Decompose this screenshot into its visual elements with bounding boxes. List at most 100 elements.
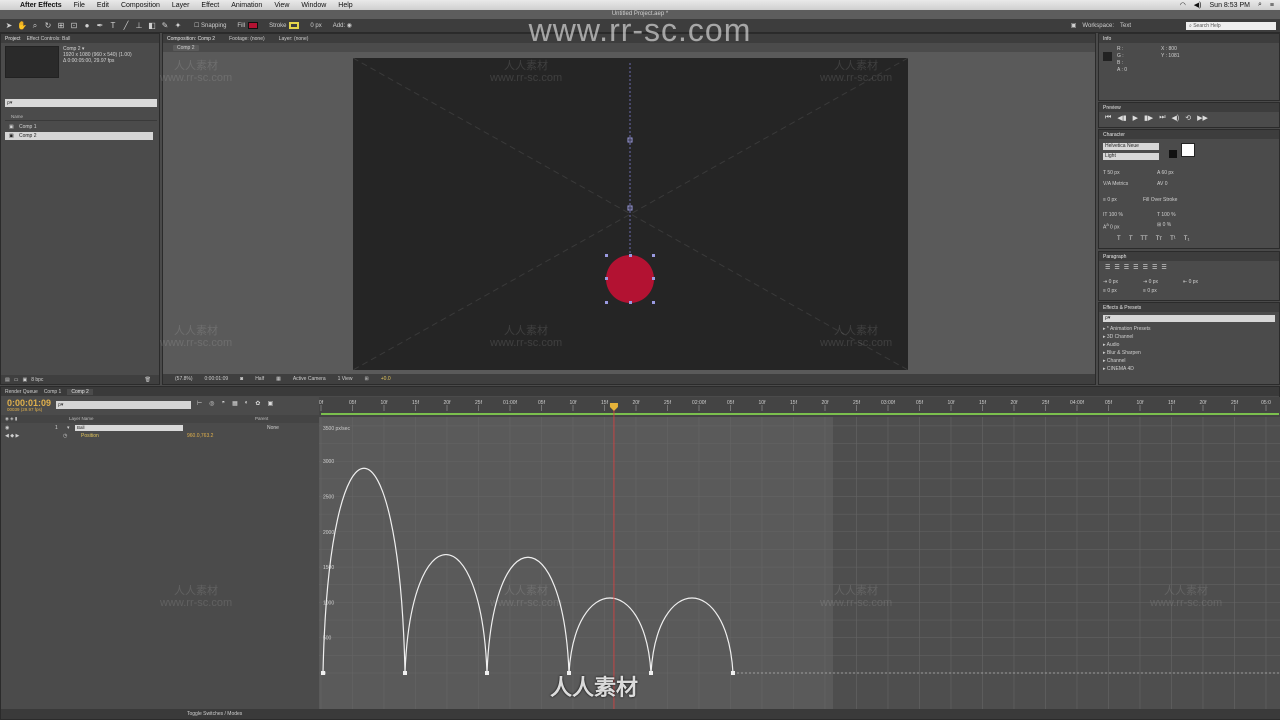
frame-blending-icon[interactable]: ▦ [232, 400, 238, 407]
graph-editor[interactable]: 0f 05f 10f 15f 20f 25f 01:00f 05f 10f 15f 20f 25f 02… [319, 397, 1280, 711]
indent-first-field[interactable]: ⇥ 0 px [1143, 279, 1158, 285]
effect-category[interactable]: ▸ Channel [1103, 358, 1126, 364]
bounding-handle[interactable] [605, 277, 608, 280]
tab-comp2[interactable]: Comp 2 [67, 388, 93, 395]
justify-right-icon[interactable]: ☰ [1152, 264, 1157, 271]
position-value[interactable]: 960.0,763.2 [187, 432, 213, 440]
menu-window[interactable]: Window [295, 2, 332, 9]
loop-icon[interactable]: ⟲ [1185, 114, 1191, 122]
stroke-width-field[interactable]: ≡ 0 px [1103, 197, 1117, 203]
tab-effects-presets[interactable]: Effects & Presets [1103, 305, 1141, 311]
bounding-handle[interactable] [652, 301, 655, 304]
font-family-dropdown[interactable]: Helvetica Neue [1103, 143, 1159, 150]
menu-composition[interactable]: Composition [115, 2, 166, 9]
toggle-switches-modes[interactable]: Toggle Switches / Modes [187, 709, 242, 719]
comp-mini-flowchart-icon[interactable]: ⊢ [197, 400, 202, 407]
subscript-icon[interactable]: T₁ [1184, 236, 1190, 242]
align-left-icon[interactable]: ☰ [1105, 264, 1110, 271]
space-after-field[interactable]: ≡ 0 px [1143, 288, 1157, 294]
bounding-handle[interactable] [605, 301, 608, 304]
current-time[interactable]: 0:00:01:09 [205, 376, 229, 382]
leading-field[interactable]: A 60 px [1157, 170, 1174, 176]
horizontal-scale-field[interactable]: T 100 % [1157, 212, 1176, 218]
shy-icon[interactable]: ◓ [221, 400, 225, 407]
tab-preview[interactable]: Preview [1103, 105, 1121, 111]
parent-dropdown[interactable]: None [267, 424, 279, 432]
all-caps-icon[interactable]: TT [1140, 236, 1147, 242]
small-caps-icon[interactable]: Tт [1156, 236, 1162, 242]
tab-render-queue[interactable]: Render Queue [5, 389, 38, 395]
indent-left-field[interactable]: ⇥ 0 px [1103, 279, 1118, 285]
next-frame-icon[interactable]: ▮▶ [1144, 114, 1153, 122]
comp-viewer[interactable] [353, 58, 908, 370]
bounding-handle[interactable] [652, 254, 655, 257]
faux-italic-icon[interactable]: T [1129, 236, 1133, 242]
bounding-handle[interactable] [605, 254, 608, 257]
brainstorm-icon[interactable]: ✿ [255, 400, 260, 407]
ram-preview-icon[interactable]: ▶▶ [1197, 114, 1208, 122]
menu-animation[interactable]: Animation [225, 2, 268, 9]
layer-name-field[interactable]: Ball [75, 425, 183, 431]
effect-category[interactable]: ▸ Blur & Sharpen [1103, 350, 1141, 356]
timeline-search-input[interactable]: ρ▾ [56, 401, 191, 409]
tsume-field[interactable]: ⊞ 0 % [1157, 222, 1171, 228]
bpc-indicator[interactable]: 8 bpc [31, 377, 43, 383]
bounding-handle[interactable] [652, 277, 655, 280]
vertical-scale-field[interactable]: IT 100 % [1103, 212, 1123, 218]
effect-category[interactable]: ▸ 3D Channel [1103, 334, 1133, 340]
effect-category[interactable]: ▸ CINEMA 4D [1103, 366, 1134, 372]
prev-frame-icon[interactable]: ◀▮ [1117, 114, 1126, 122]
font-size-field[interactable]: T 50 px [1103, 170, 1120, 176]
justify-center-icon[interactable]: ☰ [1143, 264, 1148, 271]
project-item-comp2[interactable]: ▣ Comp 2 [5, 132, 153, 140]
menubar-clock[interactable]: Sun 8:53 PM [1210, 2, 1250, 9]
justify-left-icon[interactable]: ☰ [1133, 264, 1138, 271]
justify-all-icon[interactable]: ☰ [1161, 264, 1166, 271]
baseline-shift-field[interactable]: Aa 0 px [1103, 222, 1120, 231]
space-before-field[interactable]: ≡ 0 px [1103, 288, 1117, 294]
effect-category[interactable]: ▸ * Animation Presets [1103, 326, 1151, 332]
menu-effect[interactable]: Effect [195, 2, 225, 9]
zoom-dropdown[interactable]: (57.8%) [175, 376, 193, 382]
trash-icon[interactable]: 🗑 [145, 377, 159, 383]
menu-help[interactable]: Help [332, 2, 358, 9]
new-comp-icon[interactable]: ▣ [22, 377, 27, 383]
project-search-input[interactable]: ρ▾ [5, 99, 157, 107]
spotlight-icon[interactable]: ⌕ [1258, 1, 1262, 9]
faux-bold-icon[interactable]: T [1117, 236, 1121, 242]
list-icon[interactable]: ≡ [1270, 2, 1274, 9]
keyframe-nav-icon[interactable]: ◀ ◆ ▶ [5, 432, 19, 440]
align-right-icon[interactable]: ☰ [1124, 264, 1129, 271]
effects-search-input[interactable]: ρ▾ [1103, 315, 1275, 322]
menu-app[interactable]: After Effects [14, 2, 68, 9]
parent-header[interactable]: Parent [255, 415, 268, 423]
effect-category[interactable]: ▸ Audio [1103, 342, 1119, 348]
menu-file[interactable]: File [68, 2, 91, 9]
tab-comp1[interactable]: Comp 1 [44, 389, 62, 395]
play-icon[interactable]: ▶ [1133, 114, 1138, 122]
tab-character[interactable]: Character [1103, 132, 1125, 138]
align-center-icon[interactable]: ☰ [1114, 264, 1119, 271]
exposure-value[interactable]: +0.0 [381, 376, 391, 382]
graph-editor-icon[interactable]: ▣ [267, 400, 273, 407]
menu-view[interactable]: View [268, 2, 295, 9]
resolution-dropdown[interactable]: Half [255, 376, 264, 382]
graph-keyframe[interactable] [321, 671, 325, 675]
views-dropdown[interactable]: 1 View [338, 376, 353, 382]
bounding-handle[interactable] [629, 301, 632, 304]
name-column-header[interactable]: Name [5, 114, 157, 121]
first-frame-icon[interactable]: ⏮ [1105, 114, 1111, 122]
expand-arrow-icon[interactable]: ▾ [67, 424, 70, 432]
graph-keyframe[interactable] [403, 671, 407, 675]
kerning-field[interactable]: V/A Metrics [1103, 181, 1128, 187]
tracking-field[interactable]: AV 0 [1157, 181, 1167, 187]
new-folder-icon[interactable]: ▭ [14, 377, 19, 383]
stopwatch-icon[interactable]: ◷ [63, 432, 67, 440]
indent-right-field[interactable]: ⇤ 0 px [1183, 279, 1198, 285]
grid-icon[interactable]: ⊞ [365, 376, 369, 382]
last-frame-icon[interactable]: ⏭ [1159, 114, 1165, 122]
font-style-dropdown[interactable]: Light [1103, 153, 1159, 160]
ball-layer[interactable] [606, 255, 654, 303]
stroke-mode-dropdown[interactable]: Fill Over Stroke [1143, 197, 1177, 203]
menu-layer[interactable]: Layer [166, 2, 196, 9]
